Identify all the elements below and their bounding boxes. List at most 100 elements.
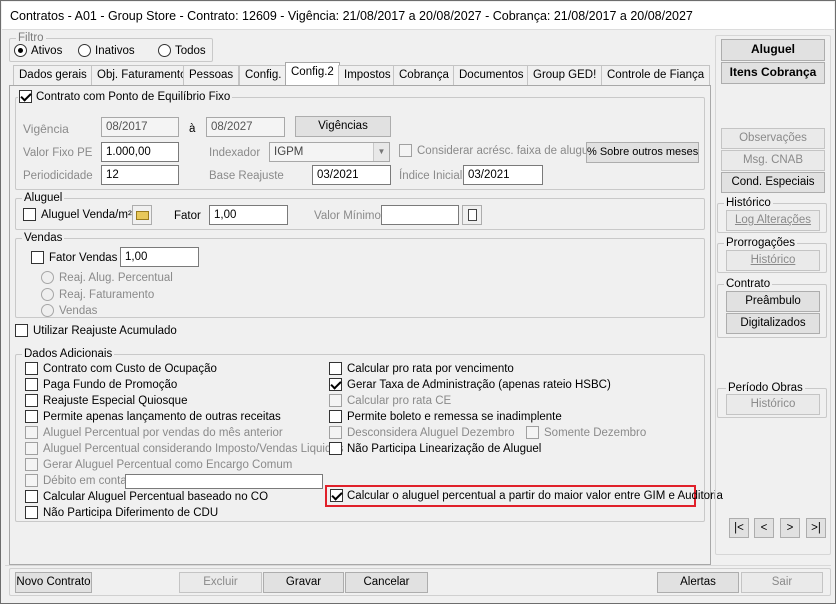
log-alteracoes-button[interactable]: Log Alterações [726,210,820,231]
folder-button[interactable] [132,205,152,225]
right-label-4: Desconsidera Aluguel Dezembro [347,427,515,439]
calcular-maior-valor-checkbox[interactable] [330,489,343,502]
left-label-8: Calcular Aluguel Percentual baseado no C… [43,491,269,503]
chevron-down-icon: ▼ [373,143,389,161]
document-button[interactable] [462,205,482,225]
gravar-button[interactable]: Gravar [263,572,344,593]
radio-vendas[interactable] [41,304,54,317]
radio-reaj-alug-percentual[interactable] [41,271,54,284]
sair-button[interactable]: Sair [741,572,823,593]
valor-minimo-label: Valor Mínimo [314,210,381,222]
base-reajuste-input[interactable]: 03/2021 [312,165,391,185]
historico-title: Histórico [724,196,773,210]
vigencia-a-label: à [189,123,196,135]
nav-last-button[interactable]: >| [806,518,826,538]
radio-todos[interactable] [158,44,171,57]
filtro-group: Filtro Ativos Inativos Todos [9,31,213,62]
tab-impostos[interactable]: Impostos [338,65,397,85]
vigencia-to-input[interactable]: 08/2027 [206,117,285,137]
periodo-obras-title: Período Obras [726,381,805,395]
indice-inicial-input[interactable]: 03/2021 [463,165,543,185]
left-checkbox-7[interactable] [25,474,38,487]
left-checkbox-6[interactable] [25,458,38,471]
cond-especiais-button[interactable]: Cond. Especiais [721,172,825,193]
fator-input[interactable]: 1,00 [209,205,288,225]
left-label-6: Gerar Aluguel Percentual como Encargo Co… [43,459,293,471]
right-checkbox-5[interactable] [329,442,342,455]
nav-next-button[interactable]: > [780,518,800,538]
right-checkbox-0[interactable] [329,362,342,375]
radio-inativos-label: Inativos [95,45,135,57]
right-checkbox-3[interactable] [329,410,342,423]
tab-cobranca[interactable]: Cobrança [393,65,455,85]
left-checkbox-3[interactable] [25,410,38,423]
nav-prev-button[interactable]: < [754,518,774,538]
radio-reaj-faturamento[interactable] [41,288,54,301]
aluguel-venda-m2-checkbox[interactable] [23,208,36,221]
periodicidade-label: Periodicidade [23,170,93,182]
periodicidade-input[interactable]: 12 [101,165,179,185]
left-checkbox-5[interactable] [25,442,38,455]
right-checkbox-2[interactable] [329,394,342,407]
reajuste-acumulado-checkbox[interactable] [15,324,28,337]
contratos-window: Contratos - A01 - Group Store - Contrato… [0,0,836,604]
vigencias-button[interactable]: Vigências [295,116,391,137]
tab-config[interactable]: Config. [239,65,288,85]
msg-cnab-button[interactable]: Msg. CNAB [721,150,825,171]
periodo-obras-historico-button[interactable]: Histórico [726,394,820,415]
aluguel-group-title: Aluguel [22,191,65,205]
dados-adicionais-title: Dados Adicionais [22,347,115,361]
prorrogacoes-historico-button[interactable]: Histórico [726,250,820,271]
left-checkbox-9[interactable] [25,506,38,519]
digitalizados-button[interactable]: Digitalizados [726,313,820,334]
nav-first-button[interactable]: |< [729,518,749,538]
left-label-2: Reajuste Especial Quiosque [43,395,188,407]
base-reajuste-label: Base Reajuste [209,170,284,182]
aluguel-venda-m2-label: Aluguel Venda/m² [41,209,132,221]
prorrogacoes-title: Prorrogações [724,236,798,250]
alertas-button[interactable]: Alertas [657,572,739,593]
sobre-outros-meses-button[interactable]: % Sobre outros meses [586,142,699,163]
valor-fixo-input[interactable]: 1.000,00 [101,142,179,162]
fator-vendas-checkbox[interactable] [31,251,44,264]
cancelar-button[interactable]: Cancelar [345,572,428,593]
aluguel-button[interactable]: Aluguel [721,39,825,61]
left-checkbox-4[interactable] [25,426,38,439]
tab-documentos[interactable]: Documentos [453,65,530,85]
pe-title: Contrato com Ponto de Equilíbrio Fixo [18,90,233,104]
valor-fixo-label: Valor Fixo PE [23,147,93,159]
excluir-button[interactable]: Excluir [179,572,262,593]
left-checkbox-2[interactable] [25,394,38,407]
left-label-5: Aluguel Percentual considerando Imposto/… [43,443,344,455]
fator-vendas-input[interactable]: 1,00 [120,247,199,267]
left-label-4: Aluguel Percentual por vendas do mês ant… [43,427,283,439]
tab-obj-faturamento[interactable]: Obj. Faturamento [91,65,193,85]
right-label-3: Permite boleto e remessa se inadimplente [347,411,562,423]
debito-conta-input[interactable] [125,474,323,489]
left-checkbox-1[interactable] [25,378,38,391]
left-checkbox-0[interactable] [25,362,38,375]
preambulo-button[interactable]: Preâmbulo [726,291,820,312]
radio-ativos[interactable] [14,44,27,57]
right-label-0: Calcular pro rata por vencimento [347,363,514,375]
radio-inativos[interactable] [78,44,91,57]
left-checkbox-8[interactable] [25,490,38,503]
tab-dados-gerais[interactable]: Dados gerais [13,65,93,85]
tab-pessoas[interactable]: Pessoas [183,65,240,85]
radio-vendas-label: Vendas [59,305,98,317]
novo-contrato-button[interactable]: Novo Contrato [15,572,92,593]
itens-cobranca-button[interactable]: Itens Cobrança [721,62,825,84]
indexador-select[interactable]: IGPM ▼ [269,142,390,162]
footer-separator [5,565,831,566]
tab-config2[interactable]: Config.2 [285,62,340,86]
vigencia-from-input[interactable]: 08/2017 [101,117,179,137]
observacoes-button[interactable]: Observações [721,128,825,149]
somente-dezembro-checkbox[interactable] [526,426,539,439]
tab-controle-fianca[interactable]: Controle de Fiança [601,65,711,85]
right-checkbox-4[interactable] [329,426,342,439]
pe-checkbox[interactable] [19,90,32,103]
right-checkbox-1[interactable] [329,378,342,391]
valor-minimo-input[interactable] [381,205,459,225]
considerar-checkbox[interactable] [399,144,412,157]
tab-group-ged[interactable]: Group GED! [527,65,603,85]
